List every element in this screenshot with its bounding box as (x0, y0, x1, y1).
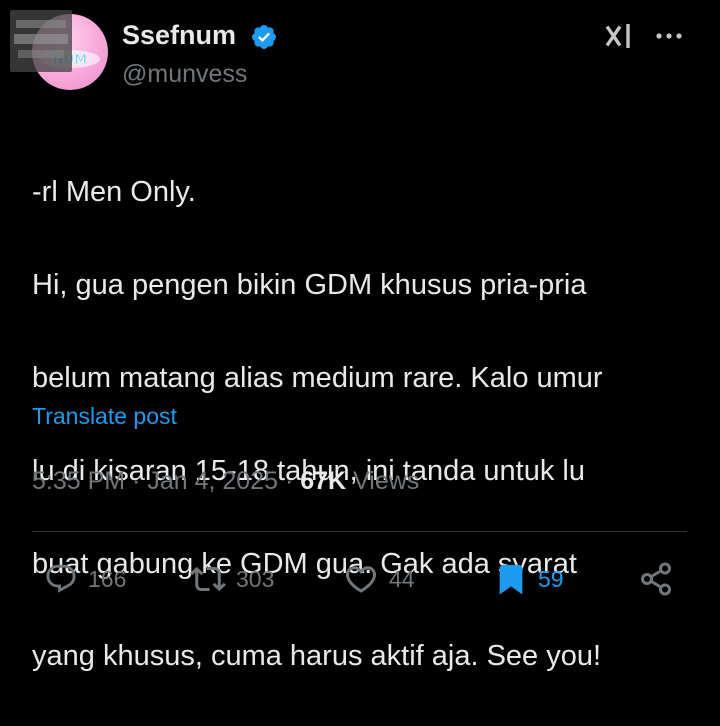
like-button[interactable]: 44 (343, 558, 415, 600)
like-icon (345, 566, 377, 593)
user-handle[interactable]: @munvess (122, 60, 247, 89)
like-count: 44 (389, 565, 415, 592)
reply-icon (46, 564, 76, 593)
tweet-line: belum matang alias medium rare. Kalo umu… (32, 362, 603, 395)
reply-count: 166 (88, 565, 127, 592)
reply-button[interactable]: 166 (44, 558, 126, 600)
divider (32, 531, 687, 532)
repost-count: 303 (236, 565, 275, 592)
thumbnail-art-icon (10, 10, 72, 72)
display-name[interactable]: Ssefnum (122, 20, 236, 51)
meta-separator: · (278, 467, 301, 495)
bookmark-count: 59 (538, 565, 564, 592)
post-time[interactable]: 5:35 PM (32, 467, 125, 495)
grok-icon[interactable] (602, 22, 634, 54)
verified-badge-icon[interactable] (250, 23, 278, 51)
post-date[interactable]: Jan 4, 2025 (147, 467, 278, 495)
tweet-line: yang khusus, cuma harus aktif aja. See y… (32, 640, 602, 673)
share-button[interactable] (638, 558, 674, 600)
translate-post-link[interactable]: Translate post (32, 403, 177, 430)
views-label: Views (353, 467, 420, 495)
tweet-line: -rl Men Only. (32, 176, 196, 209)
repost-icon (190, 566, 226, 592)
meta-separator: · (125, 467, 148, 495)
views-count: 67K (300, 467, 347, 495)
tweet-line: Hi, gua pengen bikin GDM khusus pria-pri… (32, 269, 587, 302)
tweet-meta: 5:35 PM · Jan 4, 2025 · 67K Views (32, 467, 419, 496)
bookmark-button[interactable]: 59 (494, 558, 564, 600)
repost-button[interactable]: 303 (190, 558, 274, 600)
share-icon (641, 562, 671, 596)
media-thumbnail (10, 10, 72, 72)
more-icon[interactable] (653, 22, 685, 50)
bookmark-icon (499, 564, 523, 595)
